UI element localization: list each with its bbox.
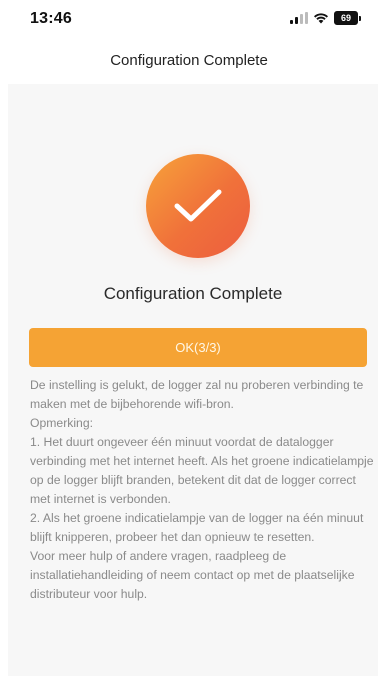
ok-button[interactable]: OK(3/3) [29, 328, 367, 367]
status-icons: 69 [290, 11, 361, 25]
wifi-icon [314, 13, 328, 24]
page-title: Configuration Complete [110, 52, 268, 69]
instructions-help: Voor meer hulp of andere vragen, raadple… [30, 549, 355, 601]
instructions-text: De instelling is gelukt, de logger zal n… [30, 376, 375, 604]
success-badge [146, 154, 250, 258]
result-title: Configuration Complete [103, 284, 283, 303]
content-card: Configuration Complete OK(3/3) De instel… [8, 84, 378, 676]
instructions-point-1: 1. Het duurt ongeveer één minuut voordat… [30, 435, 374, 506]
instructions-note-label: Opmerking: [30, 416, 93, 430]
signal-icon [290, 12, 308, 24]
instructions-point-2: 2. Als het groene indicatielampje van de… [30, 511, 364, 544]
instructions-intro: De instelling is gelukt, de logger zal n… [30, 378, 364, 411]
checkmark-icon [174, 189, 222, 222]
status-bar: 13:46 69 [0, 0, 378, 40]
status-time: 13:46 [30, 10, 72, 27]
battery-icon: 69 [334, 11, 361, 25]
